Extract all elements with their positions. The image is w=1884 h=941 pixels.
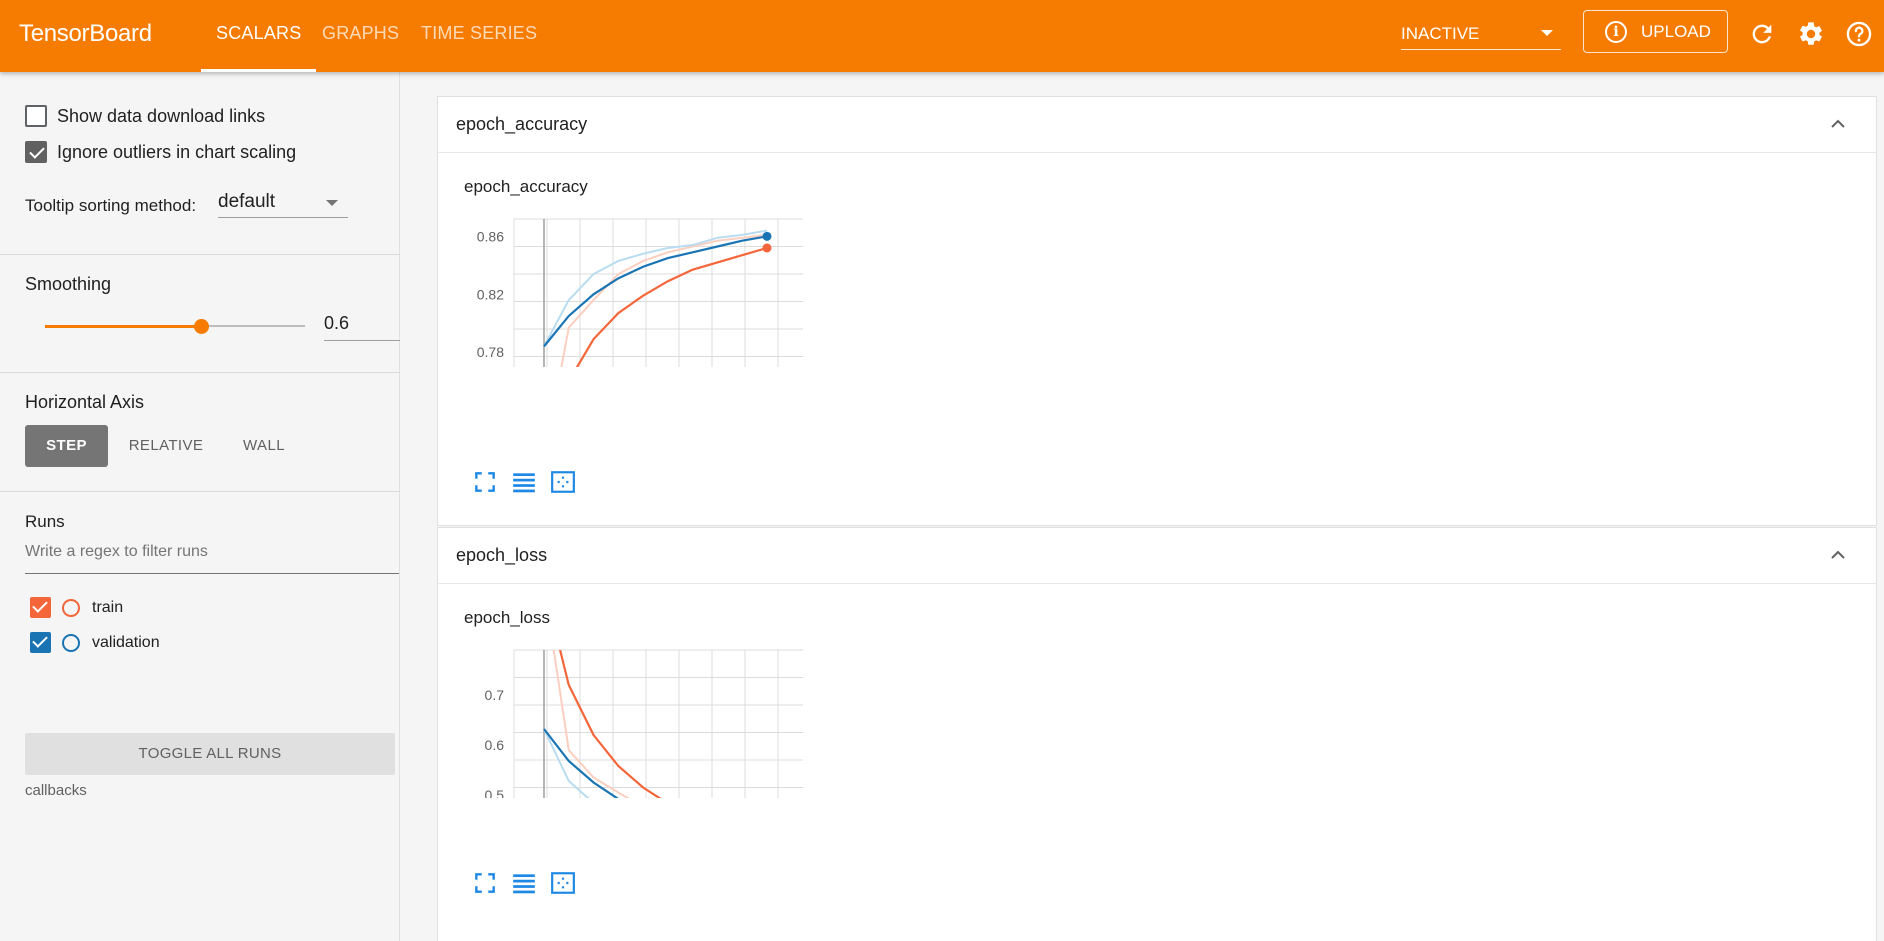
card-epoch-loss: epoch_loss epoch_loss 0.40.50.60.7012345… (437, 527, 1877, 941)
chevron-down-icon (326, 200, 338, 206)
run-validation-label: validation (92, 634, 160, 651)
tab-time-series[interactable]: TIME SERIES (421, 0, 537, 72)
divider (0, 254, 400, 255)
plugin-select[interactable]: INACTIVE (1401, 20, 1561, 50)
chevron-up-icon[interactable] (1830, 549, 1846, 561)
upload-label: UPLOAD (1641, 22, 1711, 41)
fullscreen-icon[interactable] (472, 870, 498, 896)
upload-button[interactable]: i UPLOAD (1583, 10, 1728, 53)
settings-icon[interactable] (1797, 20, 1825, 48)
app-title: TensorBoard (19, 20, 152, 47)
plot-area (543, 229, 768, 367)
toggle-all-runs-button[interactable]: TOGGLE ALL RUNS (25, 733, 395, 775)
show-download-links-checkbox[interactable] (25, 105, 47, 127)
sidebar: Show data download links Ignore outliers… (0, 72, 400, 941)
card-title: epoch_accuracy (456, 114, 588, 134)
smoothing-title: Smoothing (25, 274, 112, 294)
y-tick-label: 0.7 (485, 687, 505, 703)
card-header[interactable]: epoch_loss (438, 528, 1876, 584)
tooltip-sorting-label: Tooltip sorting method: (25, 196, 197, 215)
series-raw-line-train (552, 650, 630, 798)
chevron-down-icon (1541, 30, 1553, 36)
refresh-icon[interactable] (1748, 20, 1776, 48)
top-toolbar: TensorBoard SCALARS GRAPHS TIME SERIES I… (0, 0, 1884, 72)
series-end-point-train (762, 243, 772, 253)
y-tick-label: 0.86 (477, 228, 504, 244)
axis-relative-button[interactable]: RELATIVE (120, 425, 212, 467)
info-icon: i (1605, 21, 1627, 43)
toggle-log-scale-icon[interactable] (511, 469, 537, 495)
y-tick-label: 0.78 (477, 344, 504, 360)
fit-domain-icon[interactable] (550, 870, 576, 896)
card-epoch-accuracy: epoch_accuracy epoch_accuracy 0.740.780.… (437, 96, 1877, 526)
card-header[interactable]: epoch_accuracy (438, 97, 1876, 153)
y-tick-label: 0.82 (477, 286, 504, 302)
help-icon[interactable] (1845, 20, 1873, 48)
tooltip-sorting-select[interactable]: default (218, 188, 348, 218)
smoothing-slider-fill (45, 325, 201, 328)
main-content: epoch_accuracy epoch_accuracy 0.740.780.… (400, 72, 1884, 941)
loss-chart: 0.40.50.60.70123456789 (485, 649, 803, 798)
series-line-train (558, 650, 662, 798)
tab-graphs[interactable]: GRAPHS (322, 0, 399, 72)
plot-area (543, 650, 662, 798)
run-train-label: train (92, 599, 124, 616)
run-filter-input[interactable]: Write a regex to filter runs (25, 541, 399, 574)
fit-domain-icon[interactable] (550, 469, 576, 495)
divider (0, 372, 400, 373)
run-validation-color-swatch[interactable] (62, 634, 80, 652)
horizontal-axis-title: Horizontal Axis (25, 392, 145, 412)
chart-title: epoch_loss (464, 608, 551, 627)
series-raw-line-train (560, 233, 768, 367)
y-tick-label: 0.6 (485, 737, 505, 753)
tab-scalars[interactable]: SCALARS (200, 0, 317, 72)
y-tick-label: 0.5 (485, 787, 505, 798)
run-validation-checkbox[interactable] (30, 632, 51, 653)
smoothing-input[interactable]: 0.6 (324, 309, 400, 341)
axis-wall-button[interactable]: WALL (225, 425, 303, 467)
run-train-checkbox[interactable] (30, 597, 51, 618)
show-download-links-label: Show data download links (57, 106, 266, 126)
tooltip-sorting-value: default (218, 191, 276, 212)
axis-step-button[interactable]: STEP (25, 425, 108, 467)
chevron-up-icon[interactable] (1830, 118, 1846, 130)
card-title: epoch_loss (456, 545, 548, 565)
run-train-color-swatch[interactable] (62, 599, 80, 617)
fullscreen-icon[interactable] (472, 469, 498, 495)
accuracy-chart: 0.740.780.820.860123456789 (477, 218, 803, 367)
ignore-outliers-label: Ignore outliers in chart scaling (57, 142, 297, 162)
ignore-outliers-checkbox[interactable] (25, 141, 47, 163)
smoothing-slider-thumb[interactable] (194, 319, 209, 334)
toggle-log-scale-icon[interactable] (511, 870, 537, 896)
series-end-point-validation (762, 231, 772, 241)
chart-title: epoch_accuracy (464, 177, 588, 196)
run-group-label: callbacks (25, 782, 87, 799)
plugin-select-value: INACTIVE (1401, 24, 1480, 43)
divider (0, 491, 400, 492)
runs-title: Runs (25, 512, 65, 531)
